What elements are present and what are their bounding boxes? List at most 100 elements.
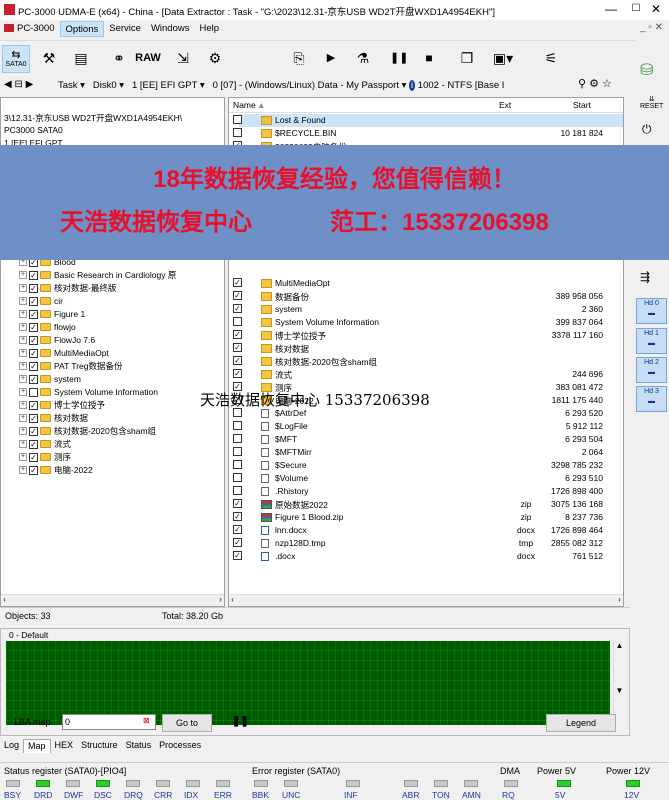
file-row[interactable]: ✓ MultiMediaOpt	[233, 277, 623, 290]
tree-checkbox[interactable]: ✓	[29, 361, 38, 371]
hd1-button[interactable]: Hd 1 ▬	[636, 328, 667, 354]
mdi-controls[interactable]: _ ▫ ✕	[640, 22, 663, 33]
expand-icon[interactable]: +	[19, 310, 27, 318]
expand-icon[interactable]: +	[19, 349, 27, 357]
file-row[interactable]: .Rhistory 1726 898 400	[233, 485, 623, 498]
expand-icon[interactable]: +	[19, 440, 27, 448]
file-checkbox[interactable]: ✓	[233, 525, 242, 534]
file-checkbox[interactable]	[233, 486, 242, 495]
search-icon[interactable]: ⚲ ⚙ ☆	[578, 77, 612, 90]
database-icon[interactable]: ⛁	[640, 60, 653, 80]
tree-node[interactable]: + ✓ 流式	[19, 438, 71, 450]
nav-back-icon[interactable]: ◀ ⊟ ▶	[4, 79, 33, 90]
file-row[interactable]: ✓ 博士学位授予 3378 117 160	[233, 329, 623, 342]
pause-icon[interactable]: ❚❚	[390, 45, 408, 73]
file-checkbox[interactable]	[233, 421, 242, 430]
file-checkbox[interactable]: ✓	[233, 512, 242, 521]
tab-status[interactable]: Status	[122, 739, 156, 753]
reset-icon[interactable]: ⇊ RESET	[640, 95, 663, 110]
tree-hscrollbar[interactable]: ‹ ›	[1, 594, 224, 606]
file-checkbox[interactable]: ✓	[233, 499, 242, 508]
tab-processes[interactable]: Processes	[155, 739, 205, 753]
tree-node[interactable]: + ✓ system	[19, 373, 81, 385]
expand-icon[interactable]: +	[19, 453, 27, 461]
tree-checkbox[interactable]: ✓	[29, 465, 38, 475]
file-row[interactable]: ✓ 核对数据	[233, 342, 623, 355]
hd3-button[interactable]: Hd 3 ▬	[636, 386, 667, 412]
sata-port-button[interactable]: ⇆ SATA0	[2, 45, 30, 73]
breadcrumb-part3[interactable]: 1002 - NTFS [Base I	[418, 80, 505, 91]
file-row[interactable]: ✓ Figure 1 Blood.zip zip 8 237 736	[233, 511, 623, 524]
clear-lba-icon[interactable]: ⊠	[143, 716, 150, 725]
file-row[interactable]: ✓ nzp128D.tmp tmp 2855 082 312	[233, 537, 623, 550]
tree-checkbox[interactable]: ✓	[29, 374, 38, 384]
breadcrumb-part1[interactable]: 1 [EE] EFI GPT	[132, 80, 197, 91]
col-start[interactable]: Start	[573, 100, 591, 110]
settings-icon[interactable]: ⚙	[204, 45, 226, 73]
tree-node[interactable]: + ✓ 核对数据-2020包含sham组	[19, 425, 156, 437]
breadcrumb-disk[interactable]: Disk0	[93, 80, 117, 91]
tree-checkbox[interactable]: ✓	[29, 296, 38, 306]
file-row[interactable]: ✓ 原始数据2022 zip 3075 136 168	[233, 498, 623, 511]
breadcrumb-task[interactable]: Task	[58, 80, 78, 91]
tree-node[interactable]: + ✓ Basic Research in Cardiology 原	[19, 269, 176, 281]
tree-node[interactable]: + System Volume Information	[19, 386, 158, 398]
file-row[interactable]: System Volume Information 399 837 064	[233, 316, 623, 329]
map-pause-icon[interactable]: ❚❚	[232, 716, 249, 727]
close-button[interactable]: ✕	[641, 0, 669, 20]
tree-checkbox[interactable]: ✓	[29, 322, 38, 332]
power-icon[interactable]: ⏻	[642, 122, 652, 137]
file-checkbox[interactable]: ✓	[233, 304, 242, 313]
file-row[interactable]: ✓ 核对数据-2020包含sham组	[233, 355, 623, 368]
expand-icon[interactable]: +	[19, 375, 27, 383]
file-checkbox[interactable]: ✓	[233, 291, 242, 300]
tree-checkbox[interactable]: ✓	[29, 400, 38, 410]
menu-options[interactable]: Options	[59, 21, 105, 37]
copy-icon[interactable]: ❐	[456, 45, 478, 73]
file-checkbox[interactable]: ✓	[233, 538, 242, 547]
file-row[interactable]: ✓ 流式 244 696	[233, 368, 623, 381]
file-checkbox[interactable]	[233, 115, 242, 124]
hierarchy-icon[interactable]: ⚟	[540, 45, 562, 73]
file-row[interactable]: $RECYCLE.BIN 10 181 824	[233, 127, 623, 140]
tree-node[interactable]: + ✓ cir	[19, 295, 63, 307]
tree-checkbox[interactable]: ✓	[29, 426, 38, 436]
export-icon[interactable]: ⇲	[172, 45, 194, 73]
tab-map[interactable]: Map	[23, 738, 51, 753]
tree-node[interactable]: + ✓ FlowJo 7.6	[19, 334, 95, 346]
tree-node[interactable]: + ✓ 核对数据-最终版	[19, 282, 116, 294]
file-checkbox[interactable]	[233, 434, 242, 443]
file-checkbox[interactable]	[233, 460, 242, 469]
expand-icon[interactable]: +	[19, 388, 27, 396]
expand-icon[interactable]: +	[19, 284, 27, 292]
expand-icon[interactable]: +	[19, 271, 27, 279]
tab-structure[interactable]: Structure	[77, 739, 122, 753]
drive-icon[interactable]: ⇶	[640, 270, 650, 284]
menu-help[interactable]: Help	[194, 21, 224, 37]
play-icon[interactable]: ▶	[322, 45, 340, 73]
file-row[interactable]: $Secure 3298 785 232	[233, 459, 623, 472]
tab-log[interactable]: Log	[0, 739, 23, 753]
expand-icon[interactable]: +	[19, 336, 27, 344]
file-checkbox[interactable]: ✓	[233, 330, 242, 339]
expand-icon[interactable]: +	[19, 427, 27, 435]
menu-service[interactable]: Service	[104, 21, 146, 37]
tree-node[interactable]: + ✓ MultiMediaOpt	[19, 347, 109, 359]
tools-icon[interactable]: ⚒	[38, 45, 60, 73]
file-row[interactable]: $LogFile 5 912 112	[233, 420, 623, 433]
col-name[interactable]: Name	[233, 100, 256, 110]
menu-windows[interactable]: Windows	[146, 21, 195, 37]
expand-icon[interactable]: +	[19, 323, 27, 331]
col-ext[interactable]: Ext	[499, 100, 511, 110]
menu-app[interactable]: PC-3000	[0, 21, 60, 37]
file-row[interactable]: ✓ lnn.docx docx 1726 898 464	[233, 524, 623, 537]
tree-checkbox[interactable]: ✓	[29, 283, 38, 293]
file-checkbox[interactable]: ✓	[233, 369, 242, 378]
hd2-button[interactable]: Hd 2 ▬	[636, 357, 667, 383]
tab-hex[interactable]: HEX	[51, 739, 78, 753]
tree-checkbox[interactable]: ✓	[29, 439, 38, 449]
expand-icon[interactable]: +	[19, 297, 27, 305]
image-dropdown-icon[interactable]: ▣▾	[486, 45, 520, 73]
tree-node[interactable]: + ✓ 核对数据	[19, 412, 88, 424]
file-checkbox[interactable]	[233, 447, 242, 456]
